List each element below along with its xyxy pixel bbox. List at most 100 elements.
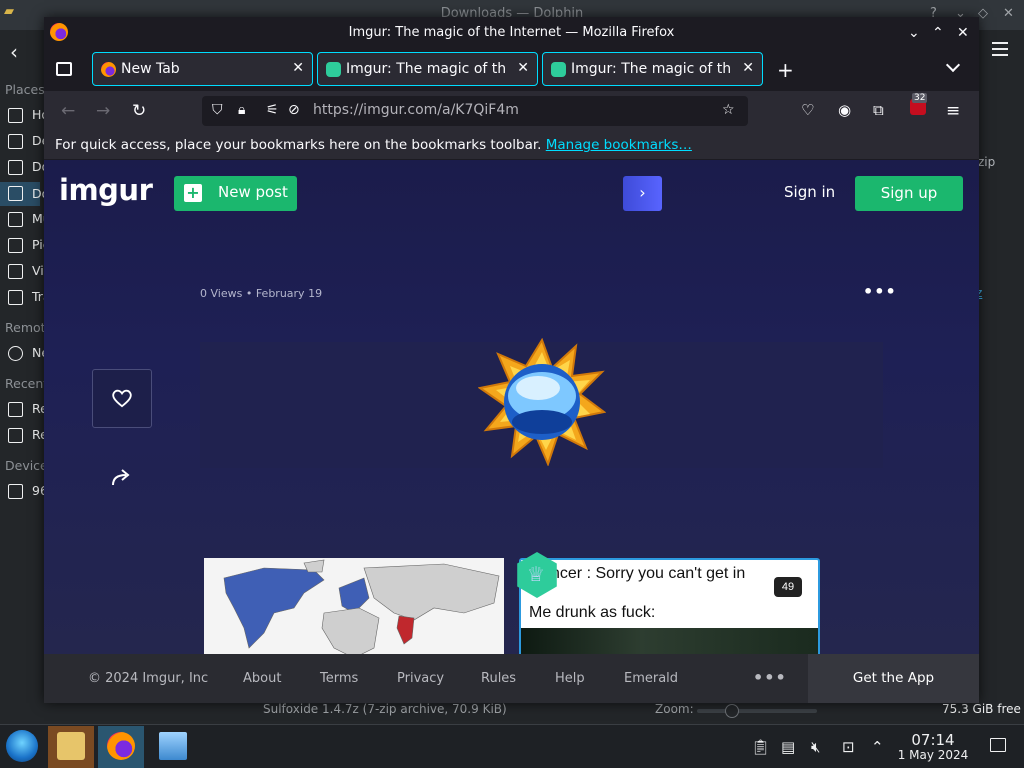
bookmark-star-icon[interactable]: ☆ (722, 102, 735, 118)
plus-icon: + (184, 184, 202, 202)
clipboard-icon[interactable]: 📋︎ (751, 738, 770, 756)
pictures-icon (8, 238, 23, 253)
start-menu-icon[interactable] (6, 730, 38, 762)
account-icon[interactable]: ◉ (838, 101, 851, 119)
permissions-icon[interactable]: ⚟ (266, 102, 279, 118)
task-firefox[interactable] (98, 726, 144, 768)
places-item-recent-locations[interactable]: Recent Locations (8, 426, 44, 446)
places-item-pictures[interactable]: Pictures (8, 236, 44, 256)
new-post-button[interactable]: + New post (174, 176, 297, 211)
address-bar[interactable]: ⛉ 🔒︎ ⚟ ⊘ https://imgur.com/a/K7QiF4m ☆ (202, 96, 748, 126)
reload-icon[interactable]: ↻ (132, 101, 146, 121)
footer-link-about[interactable]: About (243, 671, 281, 686)
manage-bookmarks-link[interactable]: Manage bookmarks… (546, 137, 692, 153)
footer-link-emerald[interactable]: Emerald (624, 671, 678, 686)
volume-muted-icon[interactable]: 🔇︎ (811, 738, 820, 756)
sign-up-button[interactable]: Sign up (855, 176, 963, 211)
footer-link-help[interactable]: Help (555, 671, 585, 686)
tab-imgur-2[interactable]: Imgur: The magic of the Internet ✕ (542, 52, 763, 86)
close-tab-icon[interactable]: ✕ (292, 60, 304, 76)
tray-expand-icon[interactable]: ⌃ (871, 738, 884, 756)
places-item-trash[interactable]: Trash (8, 288, 44, 308)
chevron-right-icon: › (639, 183, 646, 202)
tab-bar: New Tab ✕ Imgur: The magic of the Intern… (44, 49, 979, 91)
close-icon[interactable]: ✕ (1003, 6, 1014, 21)
places-item-music[interactable]: Music (8, 210, 44, 230)
get-the-app-button[interactable]: Get the App (808, 654, 979, 703)
tab-new-tab[interactable]: New Tab ✕ (92, 52, 313, 86)
tracking-blocked-icon[interactable]: ⊘ (288, 102, 300, 118)
back-arrow-icon[interactable]: ‹ (10, 40, 18, 64)
close-tab-icon[interactable]: ✕ (517, 60, 529, 76)
sign-in-link[interactable]: Sign in (784, 183, 835, 201)
show-desktop-icon[interactable] (990, 738, 1006, 752)
places-header: Places (5, 82, 44, 97)
free-space: 75.3 GiB free (942, 702, 1021, 716)
minimize-icon[interactable]: ⌄ (908, 25, 920, 41)
folder-icon: ▰ (4, 4, 14, 19)
forward-arrow-icon[interactable]: → (96, 101, 110, 121)
places-item-documents[interactable]: Documents (8, 158, 44, 178)
taskbar: 📋︎ ▤ 🔇︎ ⊡ ⌃ 07:14 1 May 2024 (0, 724, 1024, 768)
pocket-icon[interactable]: ♡ (801, 101, 814, 119)
heart-icon (112, 389, 132, 408)
bookmarks-hint: For quick access, place your bookmarks h… (55, 137, 542, 153)
imgur-footer: © 2024 Imgur, Inc About Terms Privacy Ru… (44, 654, 979, 703)
footer-more-icon[interactable]: ••• (753, 668, 787, 687)
trash-icon (8, 290, 23, 305)
footer-link-privacy[interactable]: Privacy (397, 671, 444, 686)
places-item-device[interactable]: 96 (8, 482, 44, 502)
music-icon (8, 212, 23, 227)
hamburger-menu-icon[interactable] (988, 38, 1012, 62)
keep-above-icon[interactable]: ◇ (978, 6, 988, 21)
extension-badge: 32 (912, 93, 928, 103)
notes-icon[interactable]: ▤ (781, 738, 795, 756)
places-item-downloads[interactable]: Downloads (0, 182, 44, 206)
zoom-slider-handle[interactable] (725, 704, 739, 718)
firefox-icon (101, 62, 116, 77)
lock-icon[interactable]: 🔒︎ (238, 102, 245, 118)
new-tab-plus-icon[interactable]: + (777, 58, 794, 82)
task-system-settings[interactable] (150, 726, 196, 768)
world-map-image (204, 558, 504, 654)
clock[interactable]: 07:14 1 May 2024 (897, 732, 969, 763)
extensions-puzzle-icon[interactable]: ⧉ (873, 101, 884, 119)
url-text[interactable]: https://imgur.com/a/K7QiF4m (313, 102, 519, 118)
gallery-card-meme[interactable]: ncer : Sorry you can't get in 49 Me drun… (519, 558, 820, 654)
firefox-titlebar[interactable]: Imgur: The magic of the Internet — Mozil… (44, 17, 979, 49)
zoom-label: Zoom: (655, 702, 694, 716)
places-item-network[interactable]: Network (8, 344, 44, 364)
places-item-videos[interactable]: Videos (8, 262, 44, 282)
imgur-logo[interactable]: imgur (59, 173, 153, 207)
share-arrow-icon (112, 469, 130, 486)
close-tab-icon[interactable]: ✕ (742, 60, 754, 76)
meme-caption-line-2: Me drunk as fuck: (529, 604, 656, 621)
network-icon (8, 346, 23, 361)
keyboard-layout-icon[interactable]: ⊡ (842, 738, 855, 756)
maximize-icon[interactable]: ⌃ (932, 25, 944, 41)
task-dolphin[interactable] (48, 726, 94, 768)
footer-link-terms[interactable]: Terms (320, 671, 358, 686)
recent-locations-icon (8, 428, 23, 443)
imgur-icon (551, 62, 566, 77)
zoom-slider[interactable] (697, 704, 817, 718)
app-menu-icon[interactable]: ≡ (946, 101, 960, 121)
shield-icon[interactable]: ⛉ (212, 102, 223, 118)
post-image-sun-globe[interactable] (478, 338, 606, 466)
places-item-recent-files[interactable]: Recent Files (8, 400, 44, 420)
promo-arrow-button[interactable]: › (623, 176, 662, 211)
places-item-home[interactable]: Home (8, 106, 44, 126)
list-all-tabs-chevron-icon[interactable] (945, 57, 961, 73)
places-item-desktop[interactable]: Desktop (8, 132, 44, 152)
like-button[interactable] (92, 369, 152, 428)
views-count: 0 Views (200, 287, 243, 300)
tab-imgur-1[interactable]: Imgur: The magic of the Internet ✕ (317, 52, 538, 86)
share-button[interactable] (104, 460, 140, 496)
remote-header: Remote (5, 320, 44, 335)
footer-link-rules[interactable]: Rules (481, 671, 516, 686)
back-arrow-icon[interactable]: ← (61, 101, 75, 121)
tab-overview-icon[interactable] (56, 62, 72, 76)
more-options-icon[interactable]: ••• (863, 282, 897, 301)
gallery-card-world-map[interactable] (204, 558, 504, 654)
close-icon[interactable]: ✕ (957, 25, 969, 41)
